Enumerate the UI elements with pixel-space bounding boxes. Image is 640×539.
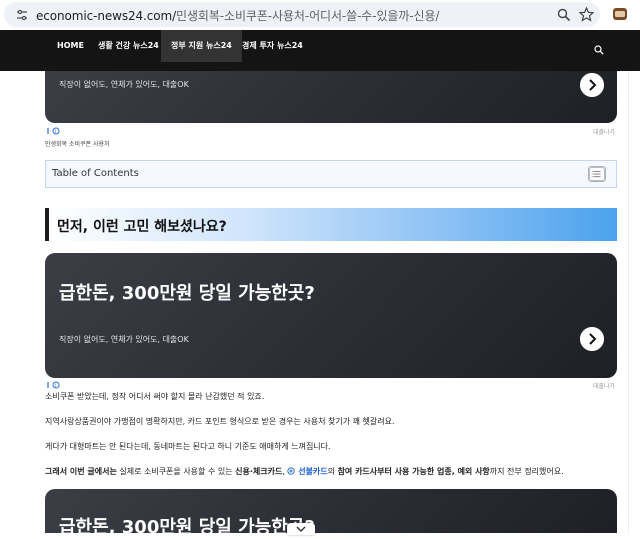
paragraph-bold: 그래서 이번 글에서는 (45, 467, 117, 476)
url-path: 민생회복-소비쿠폰-사용처-어디서-쓸-수-있을까-신용/ (176, 9, 440, 23)
url-domain: economic-news24.com/ (36, 9, 177, 23)
ad-choices-icon[interactable]: i (46, 127, 62, 135)
site-info-icon[interactable] (16, 9, 28, 21)
section-heading: 먼저, 이런 고민 해보셨나요? (45, 208, 617, 241)
paragraph: 그래서 이번 글에서는 실제로 소비쿠폰을 사용할 수 있는 신용·체크카드, … (45, 466, 564, 477)
ad-label: 대출나가 (593, 129, 616, 136)
paragraph-text: 까지 전부 정리했어요. (489, 467, 564, 476)
extension-icon[interactable] (612, 6, 628, 22)
zoom-icon[interactable] (557, 8, 571, 22)
chevron-down-icon[interactable] (287, 523, 315, 535)
arrow-right-icon[interactable] (580, 73, 604, 97)
svg-text:i: i (55, 129, 56, 135)
link-icon (287, 467, 296, 475)
nav-life-health[interactable]: 생활 건강 뉴스24 (98, 30, 159, 62)
toc-label: Table of Contents (52, 168, 139, 179)
table-of-contents[interactable]: Table of Contents (45, 160, 617, 188)
promo-banner-top[interactable]: 직장이 없어도, 연체가 있어도, 대출OK (45, 71, 617, 123)
ad-label: 대출나가 (593, 383, 616, 390)
arrow-right-icon[interactable] (580, 327, 604, 351)
nav-home[interactable]: HOME (57, 30, 84, 62)
page-edge (628, 71, 629, 533)
promo-banner-bottom[interactable]: 급한돈, 300만원 당일 가능한곳? (45, 489, 617, 538)
svg-text:i: i (55, 383, 56, 389)
prepaid-card-link[interactable]: 선불카드 (287, 467, 328, 476)
paragraph-bold: 신용·체크카드 (235, 467, 283, 476)
promo-title: 급한돈, 300만원 당일 가능한곳? (59, 283, 315, 304)
site-navigation: HOME 생활 건강 뉴스24 정부 지원 뉴스24 경제 투자 뉴스24 (0, 30, 640, 71)
list-toggle-icon[interactable] (588, 166, 606, 182)
paragraph: 소비쿠폰 받았는데, 정작 어디서 써야 할지 몰라 난감했던 적 있죠. (45, 392, 265, 401)
article-column: 직장이 없어도, 연체가 있어도, 대출OK i 대출나가 민생회복 소비쿠폰 … (30, 71, 628, 538)
search-icon[interactable] (594, 45, 604, 55)
promo-subtitle: 직장이 없어도, 연체가 있어도, 대출OK (59, 335, 189, 344)
paragraph-text: 의 (327, 467, 338, 476)
url-text[interactable]: economic-news24.com/민생회복-소비쿠폰-사용처-어디서-쓸-… (36, 7, 439, 24)
promo-banner-main[interactable]: 급한돈, 300만원 당일 가능한곳? 직장이 없어도, 연체가 있어도, 대출… (45, 253, 617, 378)
bookmark-star-icon[interactable] (579, 7, 594, 22)
ad-choices-icon[interactable]: i (46, 381, 62, 389)
promo-subtitle: 직장이 없어도, 연체가 있어도, 대출OK (59, 80, 189, 89)
image-caption: 민생회복 소비쿠폰 사용처 (45, 141, 110, 148)
nav-economy-invest[interactable]: 경제 투자 뉴스24 (242, 30, 303, 62)
section-title: 먼저, 이런 고민 해보셨나요? (57, 219, 227, 235)
paragraph-bold: 참여 카드사부터 사용 가능한 업종, 예외 사항 (337, 467, 490, 476)
browser-toolbar: economic-news24.com/민생회복-소비쿠폰-사용처-어디서-쓸-… (0, 0, 640, 30)
article-content: 직장이 없어도, 연체가 있어도, 대출OK i 대출나가 민생회복 소비쿠폰 … (0, 71, 640, 538)
paragraph: 게다가 대형마트는 안 된다는데, 동네마트는 된다고 하니 기준도 애매하게 … (45, 442, 331, 451)
paragraph: 지역사랑상품권이야 가맹점이 명확하지만, 카드 포인트 형식으로 받은 경우는… (45, 417, 395, 426)
nav-gov-support[interactable]: 정부 지원 뉴스24 (161, 30, 242, 62)
prepaid-card-link-text: 선불카드 (298, 467, 328, 476)
paragraph-text: 실제로 소비쿠폰을 사용할 수 있는 (116, 467, 236, 476)
promo-title: 급한돈, 300만원 당일 가능한곳? (59, 517, 315, 538)
address-bar[interactable]: economic-news24.com/민생회복-소비쿠폰-사용처-어디서-쓸-… (4, 2, 600, 27)
